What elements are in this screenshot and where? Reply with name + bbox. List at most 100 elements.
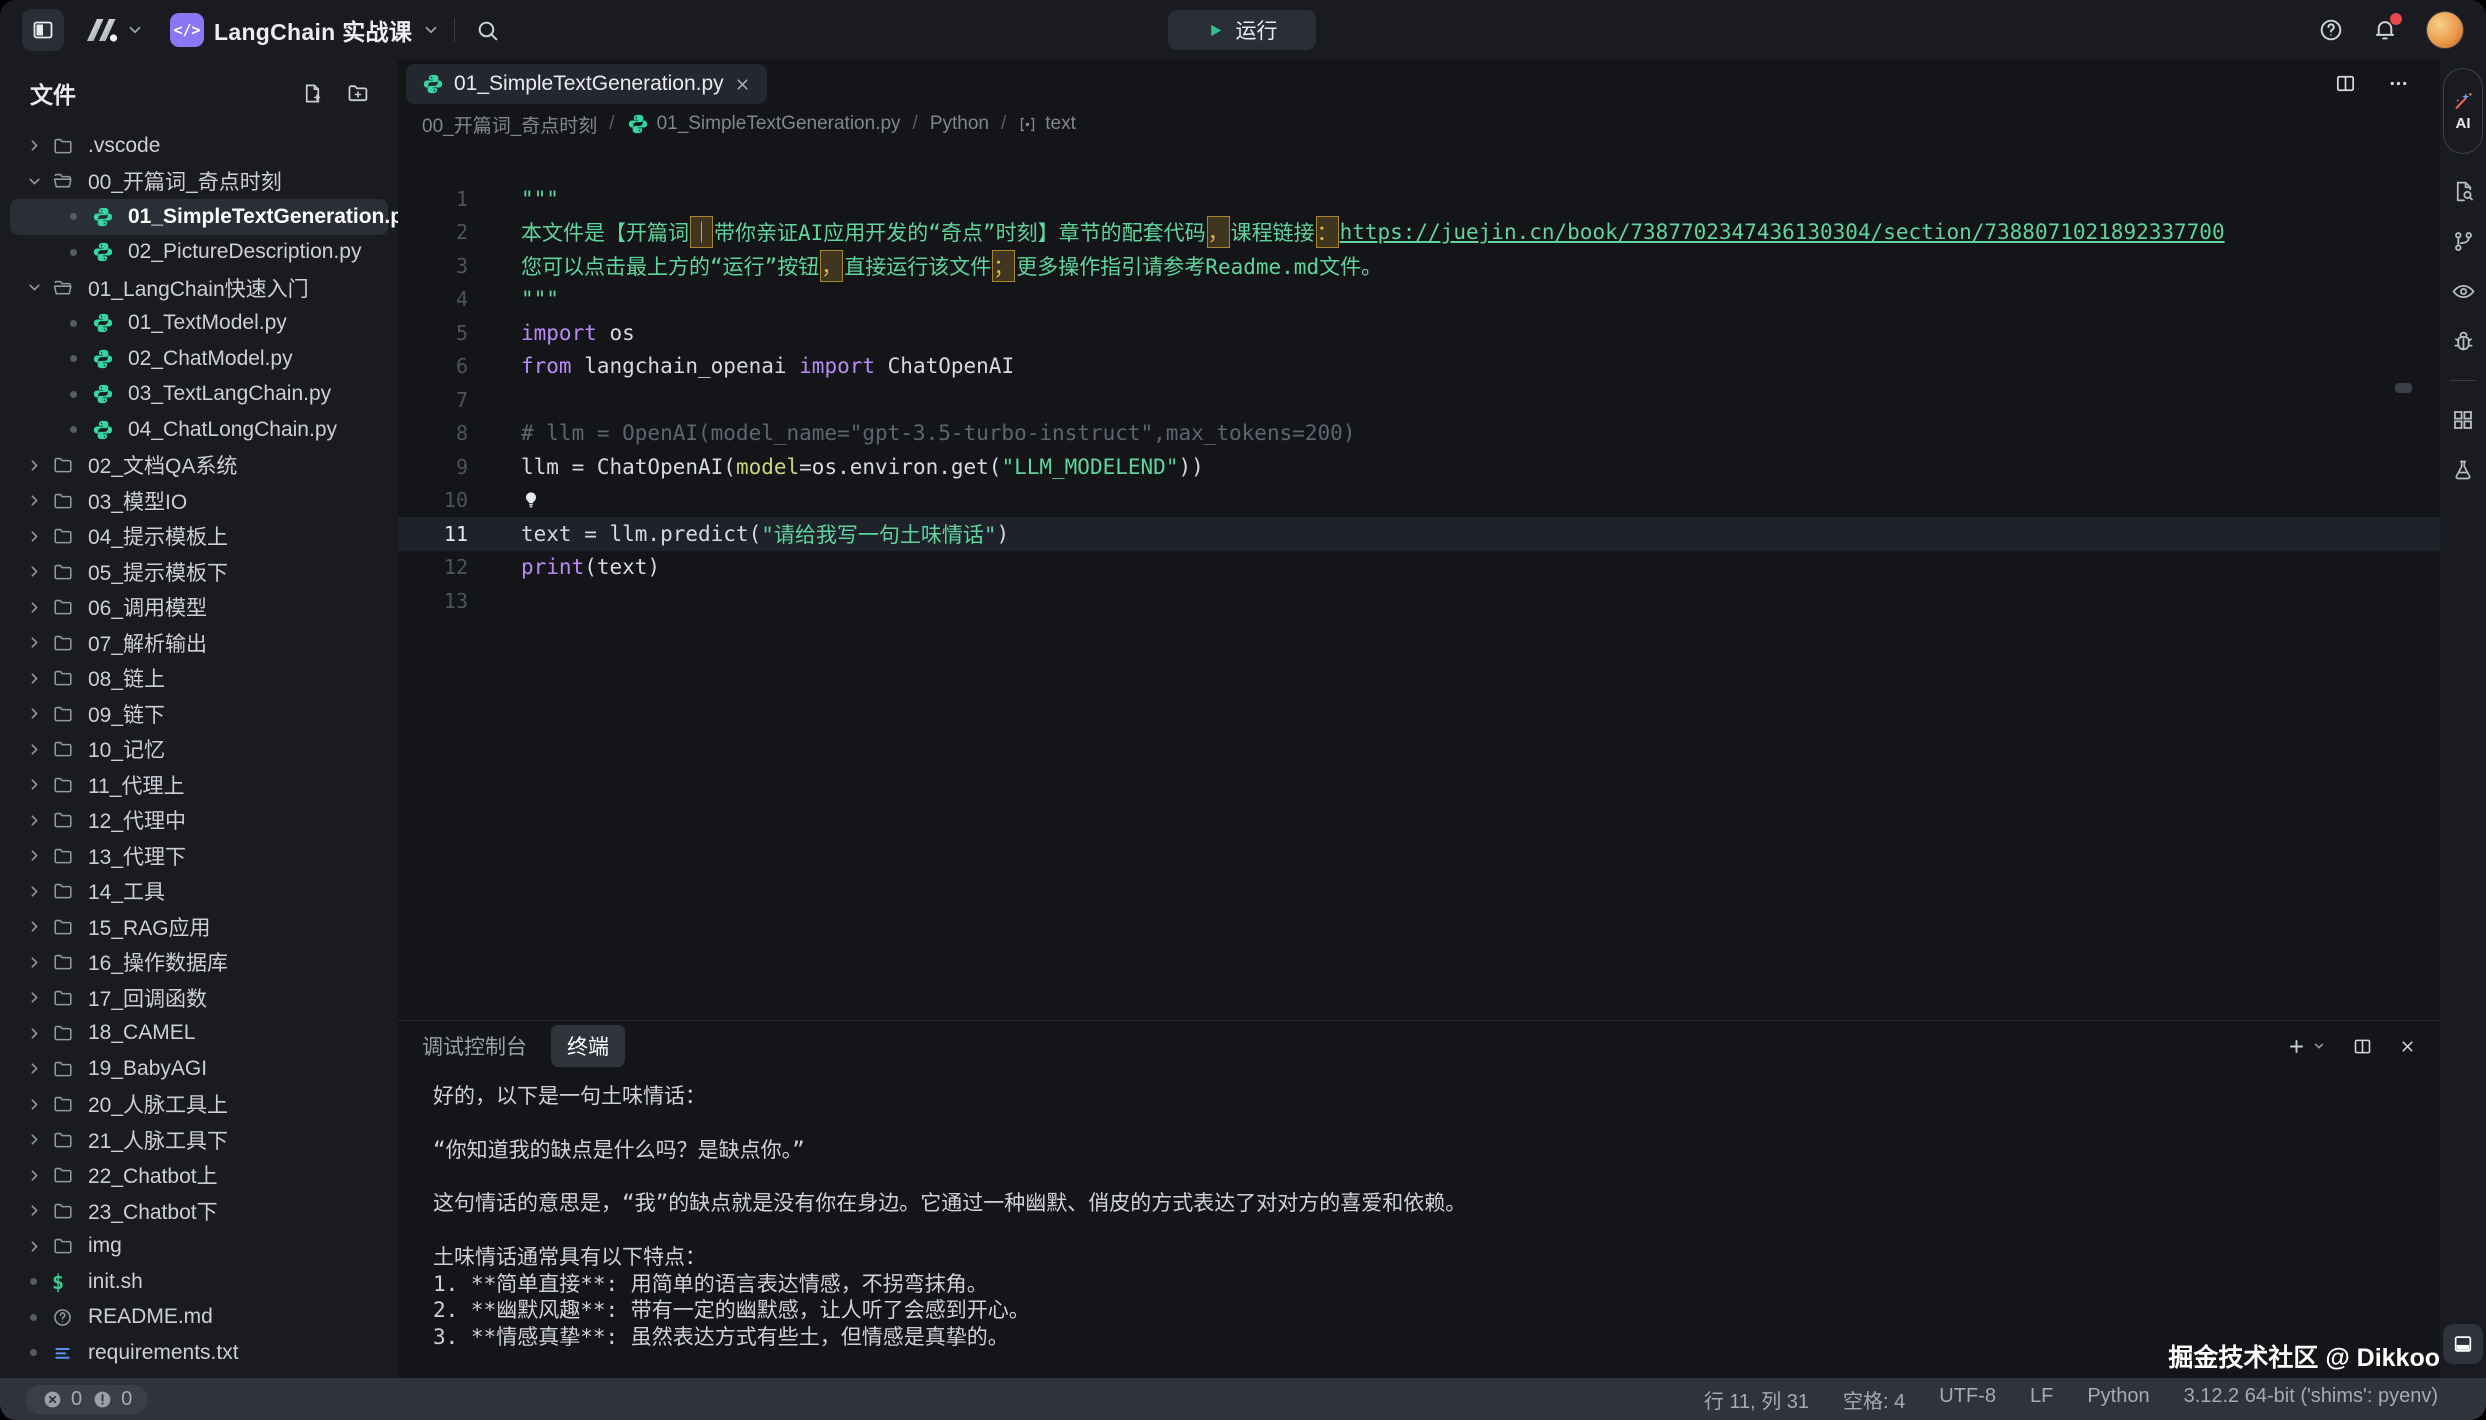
code-link[interactable]: https://juejin.cn/book/73877023474361303… [1340, 220, 2225, 244]
breadcrumb-item[interactable]: Python [930, 113, 989, 135]
close-panel-icon[interactable] [2399, 1038, 2416, 1055]
tree-folder-item[interactable]: 09_链下 [10, 696, 388, 732]
search-icon[interactable] [475, 18, 500, 43]
breadcrumb-item[interactable]: 01_SimpleTextGeneration.py [627, 113, 901, 135]
code-editor[interactable]: 1"""2本文件是【开篇词｜带你亲证AI应用开发的“奇点”时刻】章节的配套代码，… [398, 142, 2440, 1020]
tree-file-item[interactable]: 04_ChatLongChain.py [10, 412, 388, 448]
tree-file-item[interactable]: 03_TextLangChain.py [10, 377, 388, 413]
tree-folder-item[interactable]: 05_提示模板下 [10, 554, 388, 590]
folder-icon [52, 845, 82, 867]
tree-folder-item[interactable]: 10_记忆 [10, 732, 388, 768]
tree-item-label: 03_TextLangChain.py [128, 382, 331, 406]
breadcrumb-item[interactable]: text [1018, 113, 1076, 135]
folder-icon [52, 774, 82, 796]
ai-assistant-button[interactable]: AI [2443, 68, 2483, 154]
status-segment[interactable]: 3.12.2 64-bit ('shims': pyenv) [2184, 1385, 2438, 1414]
tree-item-label: 13_代理下 [88, 841, 186, 871]
tree-folder-item[interactable]: .vscode [10, 128, 388, 164]
tree-file-item[interactable]: 02_PictureDescription.py [10, 235, 388, 271]
more-actions-icon[interactable] [2387, 72, 2410, 95]
tree-folder-item[interactable]: 22_Chatbot上 [10, 1158, 388, 1194]
tree-folder-item[interactable]: 00_开篇词_奇点时刻 [10, 164, 388, 200]
lightbulb-icon[interactable] [521, 490, 541, 510]
sidebar-toggle-icon[interactable] [22, 9, 64, 51]
tree-folder-item[interactable]: 07_解析输出 [10, 625, 388, 661]
help-icon[interactable] [2318, 17, 2344, 43]
tree-folder-item[interactable]: 21_人脉工具下 [10, 1122, 388, 1158]
tree-file-item[interactable]: README.md [10, 1300, 388, 1336]
tab-debug-console[interactable]: 调试控制台 [422, 1031, 527, 1061]
code-review-button[interactable] [2451, 266, 2476, 316]
warnings-count[interactable]: 0 [92, 1388, 132, 1411]
toggle-bottom-panel-button[interactable] [2443, 1324, 2483, 1364]
tree-folder-item[interactable]: 03_模型IO [10, 483, 388, 519]
tree-item-label: init.sh [88, 1270, 143, 1294]
tree-folder-item[interactable]: 18_CAMEL [10, 1016, 388, 1052]
status-segment[interactable]: UTF-8 [1939, 1385, 1996, 1414]
status-segment[interactable]: 行 11, 列 31 [1704, 1385, 1809, 1414]
project-badge-icon: </> [170, 13, 204, 47]
errors-count[interactable]: 0 [42, 1388, 82, 1411]
status-segment[interactable]: 空格: 4 [1843, 1385, 1905, 1414]
chevron-down-icon[interactable] [126, 21, 144, 39]
problems-indicator[interactable]: 00 [26, 1385, 148, 1414]
notifications-button[interactable] [2372, 17, 2398, 43]
tree-file-item[interactable]: 01_TextModel.py [10, 306, 388, 342]
tree-folder-item[interactable]: 02_文档QA系统 [10, 448, 388, 484]
explorer-title: 文件 [30, 76, 76, 110]
file-search-button[interactable] [2451, 166, 2476, 216]
new-folder-icon[interactable] [346, 81, 370, 105]
tree-folder-item[interactable]: 12_代理中 [10, 803, 388, 839]
source-control-button[interactable] [2451, 216, 2476, 266]
tree-folder-item[interactable]: 17_回调函数 [10, 980, 388, 1016]
split-editor-icon[interactable] [2334, 72, 2357, 95]
tree-folder-item[interactable]: 23_Chatbot下 [10, 1193, 388, 1229]
experiments-button[interactable] [2451, 445, 2475, 495]
avatar[interactable] [2426, 11, 2464, 49]
tree-folder-item[interactable]: 20_人脉工具上 [10, 1087, 388, 1123]
tree-file-item[interactable]: 01_SimpleTextGeneration.py [10, 199, 388, 235]
tree-folder-item[interactable]: 14_工具 [10, 874, 388, 910]
tree-folder-item[interactable]: 15_RAG应用 [10, 909, 388, 945]
tree-folder-item[interactable]: 08_链上 [10, 661, 388, 697]
terminal-output[interactable]: 好的，以下是一句土味情话： “你知道我的缺点是什么吗？是缺点你。” 这句情话的意… [398, 1071, 2440, 1378]
chevron-right-icon [26, 741, 52, 758]
close-icon[interactable] [734, 76, 751, 93]
ai-label: AI [2456, 115, 2471, 132]
project-switcher[interactable]: </> LangChain 实战课 [170, 13, 440, 47]
tree-folder-item[interactable]: img [10, 1229, 388, 1265]
status-segment[interactable]: LF [2030, 1385, 2053, 1414]
code-token: llm = ChatOpenAI( [521, 455, 736, 479]
code-token: ， [820, 250, 843, 282]
tree-folder-item[interactable]: 19_BabyAGI [10, 1051, 388, 1087]
editor-scrollbar[interactable] [2395, 383, 2412, 393]
tab-terminal[interactable]: 终端 [551, 1025, 625, 1067]
tree-folder-item[interactable]: 13_代理下 [10, 838, 388, 874]
editor-tab[interactable]: 01_SimpleTextGeneration.py [406, 64, 767, 104]
tree-item-label: 07_解析输出 [88, 628, 207, 658]
breadcrumb: 00_开篇词_奇点时刻/01_SimpleTextGeneration.py/P… [398, 106, 2440, 142]
run-button[interactable]: 运行 [1168, 10, 1316, 50]
status-segment[interactable]: Python [2087, 1385, 2149, 1414]
code-token: "LLM_MODELEND" [1001, 455, 1178, 479]
divider [454, 18, 455, 42]
top-bar: </> LangChain 实战课 运行 [0, 0, 2486, 60]
breadcrumb-item[interactable]: 00_开篇词_奇点时刻 [422, 111, 597, 138]
new-file-icon[interactable] [301, 82, 324, 105]
tree-folder-item[interactable]: 04_提示模板上 [10, 519, 388, 555]
app-logo-icon[interactable] [80, 15, 120, 45]
extensions-button[interactable] [2451, 395, 2475, 445]
tree-file-item[interactable]: requirements.txt [10, 1335, 388, 1371]
split-panel-icon[interactable] [2352, 1036, 2373, 1057]
chevron-right-icon [26, 1025, 52, 1042]
tree-folder-item[interactable]: 01_LangChain快速入门 [10, 270, 388, 306]
tree-file-item[interactable]: 02_ChatModel.py [10, 341, 388, 377]
play-icon [1207, 22, 1224, 39]
line-number: 12 [398, 555, 468, 579]
new-terminal-button[interactable] [2287, 1037, 2326, 1056]
tree-folder-item[interactable]: 11_代理上 [10, 767, 388, 803]
debug-button[interactable] [2451, 316, 2476, 366]
tree-folder-item[interactable]: 06_调用模型 [10, 590, 388, 626]
tree-file-item[interactable]: $init.sh [10, 1264, 388, 1300]
tree-folder-item[interactable]: 16_操作数据库 [10, 945, 388, 981]
